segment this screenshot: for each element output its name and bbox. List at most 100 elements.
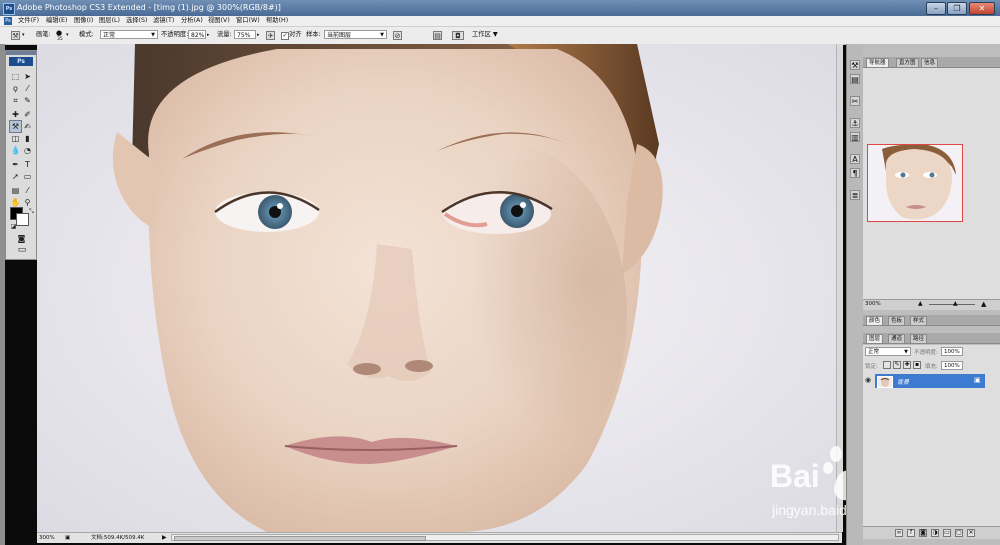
aligned-checkbox[interactable]: ✓ — [281, 32, 289, 40]
eyedropper-tool-icon[interactable]: ⁄ — [22, 185, 33, 196]
healing-brush-tool-icon[interactable]: ✚ — [10, 109, 21, 120]
tab-channels[interactable]: 通道 — [888, 334, 906, 343]
menu-analysis[interactable]: 分析(A) — [181, 17, 203, 25]
shape-tool-icon[interactable]: ▭ — [22, 171, 33, 182]
opacity-input[interactable]: 82% — [188, 30, 206, 39]
brush-tool-icon[interactable]: ✐ — [22, 109, 33, 120]
tab-layers[interactable]: 图层 — [866, 334, 884, 343]
new-layer-icon[interactable]: ▢ — [955, 529, 963, 537]
opacity-slider-icon[interactable]: ▸ — [207, 30, 210, 40]
crop-tool-icon[interactable]: ⌗ — [10, 95, 21, 106]
lock-pixels-icon[interactable]: ✎ — [893, 361, 901, 369]
path-selection-tool-icon[interactable]: ➚ — [10, 171, 21, 182]
fill-input[interactable]: 100% — [941, 361, 963, 370]
character-panel-icon[interactable]: A — [850, 154, 860, 164]
lasso-tool-icon[interactable]: ϙ — [10, 83, 21, 94]
blend-mode-select[interactable]: 正常 ▼ — [865, 347, 911, 356]
navigator-thumbnail — [868, 145, 962, 221]
workspace-button[interactable]: 工作区 ▼ — [472, 30, 498, 40]
zoom-slider-thumb-icon[interactable]: ▲ — [953, 300, 958, 307]
sample-select[interactable]: 当前图层 ▼ — [324, 30, 387, 39]
delete-layer-icon[interactable]: ✕ — [967, 529, 975, 537]
type-tool-icon[interactable]: T — [22, 159, 33, 170]
horizontal-scroll-thumb[interactable] — [174, 536, 426, 541]
tab-styles[interactable]: 样式 — [910, 316, 928, 325]
menu-image[interactable]: 图像(I) — [74, 17, 93, 25]
layer-style-icon[interactable]: f — [907, 529, 915, 537]
lock-position-icon[interactable]: ✚ — [903, 361, 911, 369]
tool-presets-icon[interactable]: ▤ — [850, 74, 860, 84]
gradient-tool-icon[interactable]: ▮ — [22, 133, 33, 144]
blur-tool-icon[interactable]: 💧 — [10, 145, 21, 156]
tab-color[interactable]: 颜色 — [866, 316, 884, 325]
link-layers-icon[interactable]: ∞ — [895, 529, 903, 537]
menu-window[interactable]: 窗口(W) — [236, 17, 260, 25]
layer-row-background[interactable]: 背景 ▣ — [875, 374, 985, 388]
preset-dropdown-icon[interactable]: ▾ — [22, 30, 25, 40]
add-mask-icon[interactable]: ◙ — [919, 529, 927, 537]
measurement-log-icon[interactable]: ≣ — [850, 190, 860, 200]
marquee-tool-icon[interactable]: ⬚ — [10, 71, 21, 82]
tool-settings-icon[interactable]: ✂ — [850, 96, 860, 106]
minimize-button[interactable]: – — [926, 2, 946, 15]
dodge-tool-icon[interactable]: ◔ — [22, 145, 33, 156]
menu-select[interactable]: 选择(S) — [126, 17, 148, 25]
clone-source-panel-icon[interactable]: ▤ — [433, 31, 442, 40]
menu-filter[interactable]: 滤镜(T) — [153, 17, 174, 25]
flow-slider-icon[interactable]: ▸ — [257, 30, 260, 40]
layer-comps-icon[interactable]: ▥ — [850, 132, 860, 142]
menu-view[interactable]: 视图(V) — [208, 17, 230, 25]
tab-paths[interactable]: 路径 — [910, 334, 928, 343]
close-button[interactable]: ✕ — [969, 2, 995, 15]
menu-layer[interactable]: 图层(L) — [99, 17, 120, 25]
zoom-level[interactable]: 300% — [39, 533, 55, 543]
layer-opacity-input[interactable]: 100% — [941, 347, 963, 356]
restore-button[interactable]: ❐ — [947, 2, 967, 15]
screen-mode-icon[interactable]: ▭ — [14, 245, 30, 256]
quick-mask-icon[interactable]: ◙ — [16, 233, 27, 244]
navigator-preview[interactable] — [867, 144, 963, 222]
camera-icon[interactable]: ◘ — [452, 31, 464, 40]
history-brush-tool-icon[interactable]: ✍ — [22, 121, 33, 132]
tab-histogram[interactable]: 直方图 — [896, 58, 919, 67]
opacity-label: 不透明度: — [161, 31, 189, 38]
adjustment-layer-icon[interactable]: ◑ — [931, 529, 939, 537]
zoom-in-icon[interactable]: ▲ — [981, 300, 986, 308]
menu-edit[interactable]: 编辑(E) — [46, 17, 68, 25]
brushes-panel-icon[interactable]: ⚒ — [850, 60, 860, 70]
eraser-tool-icon[interactable]: ◫ — [10, 133, 21, 144]
status-menu-icon[interactable]: ▣ — [65, 533, 70, 543]
pen-tool-icon[interactable]: ✒ — [10, 159, 21, 170]
ps-menu-icon[interactable]: Ps — [4, 17, 12, 25]
slice-tool-icon[interactable]: ✎ — [22, 95, 33, 106]
clone-source-icon[interactable]: ⚓ — [850, 118, 860, 128]
navigator-zoom-value[interactable]: 300% — [865, 301, 881, 307]
horizontal-scrollbar[interactable] — [171, 534, 839, 541]
new-group-icon[interactable]: ▭ — [943, 529, 951, 537]
clone-stamp-preset-icon[interactable]: ⚒ — [11, 31, 20, 40]
menu-file[interactable]: 文件(F) — [18, 17, 39, 25]
mode-select[interactable]: 正常 ▼ — [100, 30, 158, 39]
notes-tool-icon[interactable]: ▤ — [10, 185, 21, 196]
lock-transparency-icon[interactable] — [883, 361, 891, 369]
airbrush-icon[interactable]: ✈ — [266, 31, 275, 40]
paragraph-panel-icon[interactable]: ¶ — [850, 168, 860, 178]
zoom-slider[interactable] — [929, 304, 975, 305]
move-tool-icon[interactable]: ➤ — [22, 71, 33, 82]
visibility-eye-icon[interactable]: ◉ — [865, 376, 873, 384]
magic-wand-tool-icon[interactable]: ⁄ — [22, 83, 33, 94]
status-arrow-icon[interactable]: ▶ — [162, 533, 167, 543]
zoom-out-icon[interactable]: ▲ — [918, 300, 923, 307]
document-canvas[interactable] — [37, 44, 842, 532]
flow-input[interactable]: 75% — [234, 30, 256, 39]
lock-all-icon[interactable]: ▪ — [913, 361, 921, 369]
menu-help[interactable]: 帮助(H) — [266, 17, 288, 25]
clone-stamp-tool-icon[interactable]: ⚒ — [9, 120, 22, 133]
ignore-adjustment-layers-icon[interactable]: ⊘ — [393, 31, 402, 40]
background-color-swatch[interactable] — [16, 213, 29, 226]
tab-info[interactable]: 信息 — [921, 58, 939, 67]
toolbox-grip[interactable] — [6, 51, 36, 55]
tab-swatches[interactable]: 色板 — [888, 316, 906, 325]
brush-dropdown-icon[interactable]: ▾ — [66, 30, 69, 40]
tab-navigator[interactable]: 导航器 — [866, 58, 889, 67]
